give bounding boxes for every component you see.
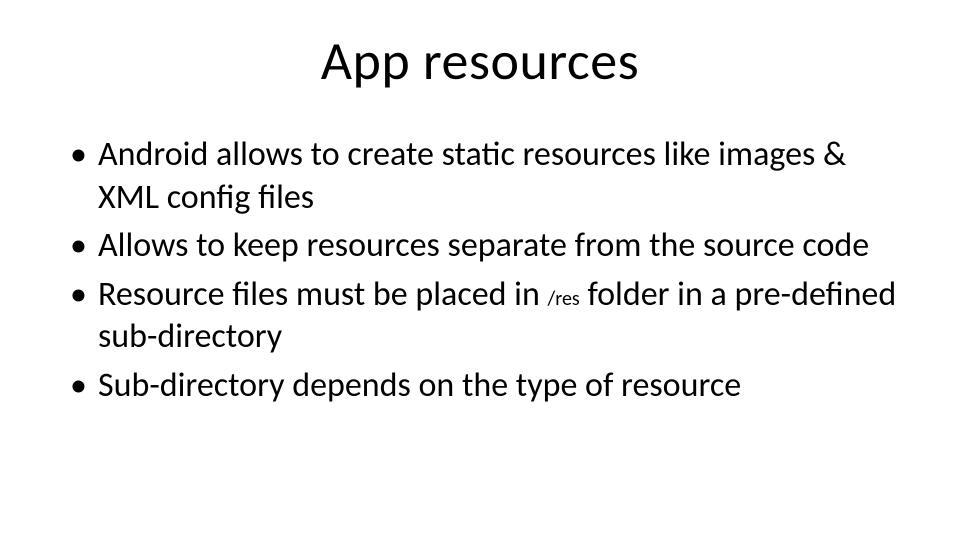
list-item: Android allows to create static resource… <box>70 134 910 219</box>
bullet-text: Android allows to create static resource… <box>98 134 846 218</box>
bullet-text: Sub-directory depends on the type of res… <box>98 365 741 406</box>
code-path: /res <box>548 287 580 311</box>
list-item: Resource files must be placed in /res fo… <box>70 274 910 359</box>
bullet-text: Allows to keep resources separate from t… <box>98 225 869 266</box>
slide: App resources Android allows to create s… <box>0 0 960 540</box>
bullet-text-part: Resource files must be placed in <box>98 274 548 315</box>
bullet-list: Android allows to create static resource… <box>40 134 920 407</box>
slide-title: App resources <box>40 28 920 94</box>
list-item: Allows to keep resources separate from t… <box>70 225 910 268</box>
list-item: Sub-directory depends on the type of res… <box>70 365 910 408</box>
